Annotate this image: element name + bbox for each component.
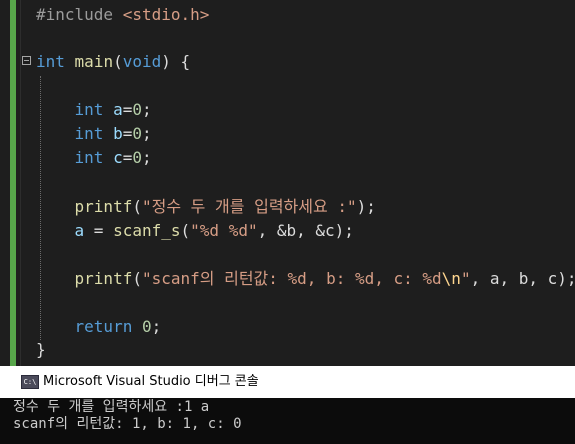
- console-window-title: Microsoft Visual Studio 디버그 콘솔: [43, 374, 259, 389]
- printf2-escape: \n: [441, 269, 461, 288]
- scanf-fn: scanf_s: [113, 221, 181, 240]
- code-editor[interactable]: #include <stdio.h> int main(void) { int …: [0, 0, 575, 366]
- code-line-main[interactable]: int main(void) {: [36, 50, 190, 74]
- decl-b-value: 0: [132, 124, 142, 143]
- scanf-format: "%d %d": [190, 221, 258, 240]
- code-line-close-brace[interactable]: }: [36, 338, 46, 362]
- return-keyword: return: [74, 317, 133, 336]
- code-line-include[interactable]: #include <stdio.h>: [36, 3, 209, 27]
- scanf-assign-var: a: [74, 221, 85, 240]
- console-output-line: 정수 두 개를 입력하세요 :1 a: [13, 399, 210, 415]
- main-open-paren: (: [113, 52, 123, 71]
- gutter-separator: [20, 0, 21, 366]
- console-output-line: scanf의 리턴값: 1, b: 1, c: 0: [13, 416, 242, 432]
- decl-a-value: 0: [132, 100, 142, 119]
- printf2-string-b: ": [460, 269, 471, 288]
- code-line-printf2[interactable]: printf("scanf의 리턴값: %d, b: %d, c: %d\n",…: [36, 267, 575, 291]
- code-line-printf1[interactable]: printf("정수 두 개를 입력하세요 :");: [36, 195, 376, 219]
- change-tracking-bar: [10, 0, 16, 366]
- code-line-return[interactable]: return 0;: [36, 315, 162, 339]
- collapse-icon[interactable]: [22, 56, 31, 65]
- scanf-args: , &b, &c);: [257, 221, 354, 240]
- printf1-string: "정수 두 개를 입력하세요 :": [141, 197, 357, 216]
- include-directive: #include: [36, 5, 114, 24]
- decl-a-var: a: [113, 100, 123, 119]
- decl-b-var: b: [113, 124, 123, 143]
- decl-c-type: int: [74, 148, 104, 167]
- printf2-fn: printf: [74, 269, 133, 288]
- printf1-fn: printf: [74, 197, 133, 216]
- code-line-decl-b[interactable]: int b=0;: [36, 122, 152, 146]
- main-function-name: main: [74, 52, 114, 71]
- main-return-type: int: [36, 52, 65, 71]
- printf2-string-a: "scanf의 리턴값: %d, b: %d, c: %d: [141, 269, 442, 288]
- decl-a-type: int: [74, 100, 104, 119]
- code-line-scanf[interactable]: a = scanf_s("%d %d", &b, &c);: [36, 219, 354, 243]
- code-line-decl-c[interactable]: int c=0;: [36, 146, 152, 170]
- console-output-area[interactable]: 정수 두 개를 입력하세요 :1 a scanf의 리턴값: 1, b: 1, …: [0, 398, 575, 444]
- main-open-brace: {: [180, 52, 191, 71]
- decl-c-var: c: [113, 148, 123, 167]
- main-params: void: [122, 52, 162, 71]
- main-close-brace: }: [36, 340, 46, 359]
- console-app-icon: C:\: [21, 375, 39, 389]
- decl-b-type: int: [74, 124, 104, 143]
- code-line-decl-a[interactable]: int a=0;: [36, 98, 152, 122]
- decl-c-value: 0: [132, 148, 142, 167]
- printf2-args: , a, b, c);: [470, 269, 575, 288]
- include-header: <stdio.h>: [122, 5, 210, 24]
- return-value: 0: [141, 317, 152, 336]
- main-close-paren: ): [161, 52, 171, 71]
